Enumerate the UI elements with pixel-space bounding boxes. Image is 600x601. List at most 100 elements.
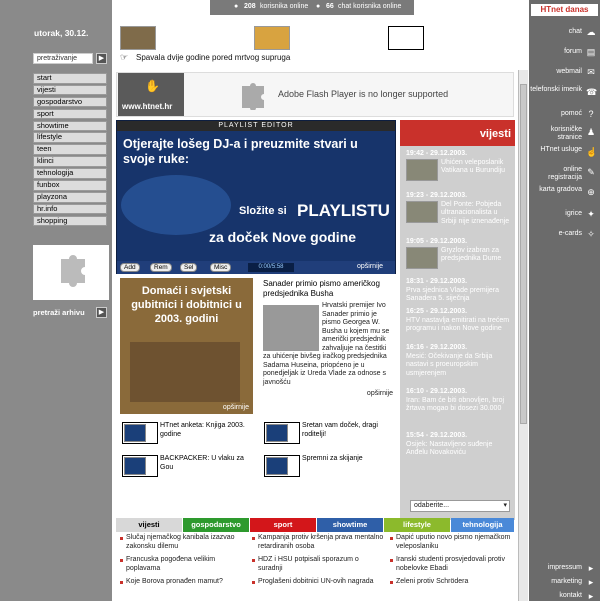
bottom-news-col-3: Dapić uputio novo pismo njemačkom velepo… [390, 534, 516, 592]
nav-item-playzona[interactable]: playzona [33, 191, 107, 203]
thumb-image-3[interactable] [388, 26, 424, 50]
tab-lifestyle[interactable]: lifestyle [384, 518, 450, 532]
section-tabs: vijesti gospodarstvo sport showtime life… [116, 518, 514, 532]
link-2[interactable]: Sretan vam doček, dragi roditelji! [302, 421, 394, 439]
playlist-editor-promo[interactable]: PLAYLIST EDITOR Otjerajte lošeg DJ-a i p… [116, 120, 396, 274]
archive-search-label[interactable]: pretraži arhivu [33, 308, 85, 317]
news-item-1[interactable]: 19:42 - 29.12.2003. Uhićen veleposlanik V… [406, 150, 512, 181]
news-item-7[interactable]: 16:10 - 29.12.2003. Iran: Bam će biti obn… [406, 388, 512, 414]
news-select-value: odaberite... [414, 502, 450, 509]
nav-item-hrinfo[interactable]: hr.info [33, 203, 107, 215]
games-icon: ✦ [587, 209, 595, 219]
thumb-image-1[interactable] [120, 26, 156, 50]
news-select-dropdown[interactable]: odaberite... ▾ [410, 500, 510, 512]
year-review-photo [130, 342, 240, 402]
playlist-editor-title: PLAYLIST EDITOR [117, 121, 395, 131]
news-item-4[interactable]: 18:31 - 29.12.2003. Prva sjednica Vlade p… [406, 278, 512, 304]
ecards-icon: ✧ [587, 229, 595, 239]
news-item-5[interactable]: 16:25 - 29.12.2003. HTV nastavlja emitira… [406, 308, 512, 334]
remove-button[interactable]: Rem [150, 263, 172, 272]
online-stats-bar: ● 208 korisnika online ● 66 chat korisni… [210, 0, 414, 15]
nav-item-sport[interactable]: sport [33, 108, 107, 120]
chat-online-count: 66 [326, 3, 334, 10]
nav-item-shopping[interactable]: shopping [33, 215, 107, 227]
left-sidebar: utorak, 30.12. pretraživanje ▶ start vij… [0, 0, 112, 601]
tab-sport[interactable]: sport [250, 518, 316, 532]
phone-icon: ☎ [586, 87, 598, 97]
bottom-news-item[interactable]: Zeleni protiv Schrödera [390, 578, 516, 587]
news-item-3[interactable]: 19:05 - 29.12.2003. Gryzlov izabran za pr… [406, 238, 512, 269]
current-date: utorak, 30.12. [34, 28, 89, 38]
link-3[interactable]: BACKPACKER: U vlaku za Gou [160, 454, 252, 472]
bottom-news-item[interactable]: Francuska pogođena velikim poplavama [120, 556, 244, 573]
link-1[interactable]: HTnet anketa: Knjiga 2003. godine [160, 421, 252, 439]
bottom-news-item[interactable]: HDZ i HSU potpisali sporazum o suradnji [252, 556, 384, 573]
news-column: vijesti 19:42 - 29.12.2003. Uhićen velepo… [400, 120, 515, 520]
thumb-image-2[interactable] [254, 26, 290, 50]
map-icon: ⊕ [587, 187, 595, 197]
htnet-danas-badge[interactable]: HTnet danas [531, 4, 598, 16]
impressum-icon: ▸ [588, 563, 594, 573]
top-story-photo [263, 305, 319, 351]
tab-vijesti[interactable]: vijesti [116, 518, 182, 532]
nav-item-start[interactable]: start [33, 73, 107, 84]
archive-go-button[interactable]: ▶ [96, 307, 107, 318]
top-story-more-link[interactable]: opširnije [263, 390, 393, 397]
playlist-cta-main: PLAYLISTU [297, 201, 390, 220]
link-thumb-1[interactable] [122, 422, 158, 444]
htnet-logo[interactable]: ✋ www.htnet.hr [118, 73, 184, 116]
nav-item-gospodarstvo[interactable]: gospodarstvo [33, 96, 107, 108]
plugin-icon [61, 255, 85, 287]
select-button[interactable]: Sel [180, 263, 198, 272]
link-thumb-2[interactable] [264, 422, 300, 444]
tab-tehnologija[interactable]: tehnologija [451, 518, 514, 532]
bottom-news-col-1: Slučaj njemačkog kanibala izazvao zakons… [120, 534, 244, 592]
news-item-6[interactable]: 16:16 - 29.12.2003. Mesić: Očekivanje da … [406, 344, 512, 378]
nav-item-teen[interactable]: teen [33, 144, 107, 155]
news-item-2[interactable]: 19:23 - 29.12.2003. Del Ponte: Pobjeda ul… [406, 192, 512, 226]
users-online-count: 208 [244, 3, 256, 10]
bottom-news-col-2: Kampanja protiv kršenja prava mentalno r… [252, 534, 384, 592]
flash-unsupported-message: Adobe Flash Player is no longer supporte… [278, 89, 449, 99]
link-4[interactable]: Spremni za skijanje [302, 454, 394, 463]
scrollbar-thumb[interactable] [520, 84, 527, 424]
chevron-down-icon: ▾ [503, 502, 507, 509]
plugin-placeholder [33, 245, 109, 300]
contact-icon: ▸ [588, 591, 594, 601]
thumb-caption-link[interactable]: Spavala dvije godine pored mrtvog suprug… [136, 53, 290, 62]
year-review-more-link[interactable]: opširnije [223, 404, 249, 411]
page-scrollbar[interactable] [518, 70, 528, 601]
year-review-promo[interactable]: Domaći i svjetski gubitnici i dobitnici … [120, 278, 253, 414]
marketing-icon: ▸ [588, 577, 594, 587]
bottom-news-item[interactable]: Kampanja protiv kršenja prava mentalno r… [252, 534, 384, 551]
bottom-news-item[interactable]: Koje Borova pronađen mamut? [120, 578, 244, 587]
add-button[interactable]: Add [120, 263, 140, 272]
nav-item-klinci[interactable]: klinci [33, 156, 107, 167]
tab-showtime[interactable]: showtime [317, 518, 383, 532]
bottom-news-item[interactable]: Dapić uputio novo pismo njemačkom velepo… [390, 534, 516, 551]
time-display: 0:00/5:58 [248, 263, 294, 272]
playlist-more-link[interactable]: opširnije [357, 263, 383, 270]
search-input[interactable]: pretraživanje [33, 53, 93, 64]
playlist-headline: Otjerajte lošeg DJ-a i preuzmite stvari … [123, 137, 358, 166]
nav-item-funbox[interactable]: funbox [33, 180, 107, 191]
news-header: vijesti [400, 120, 515, 146]
nav-item-tehnologija[interactable]: tehnologija [33, 168, 107, 179]
bottom-news-item[interactable]: Slučaj njemačkog kanibala izazvao zakons… [120, 534, 244, 551]
top-story-headline[interactable]: Sanader primio pismo američkog predsjedn… [263, 279, 393, 299]
link-thumb-3[interactable] [122, 455, 158, 477]
bottom-news-item[interactable]: Iranski studenti prosvjedovali protiv no… [390, 556, 516, 573]
search-go-button[interactable]: ▶ [96, 53, 107, 64]
mail-icon: ✉ [587, 67, 595, 77]
main-nav: start vijesti gospodarstvo sport showtim… [33, 73, 107, 228]
misc-button[interactable]: Misc [210, 263, 232, 272]
link-thumb-4[interactable] [264, 455, 300, 477]
playlist-cta-prefix: Složite si [239, 205, 287, 217]
tab-gospodarstvo[interactable]: gospodarstvo [183, 518, 249, 532]
nav-item-lifestyle[interactable]: lifestyle [33, 132, 107, 144]
top-story: Sanader primio pismo američkog predsjedn… [263, 279, 393, 397]
nav-item-vijesti[interactable]: vijesti [33, 84, 107, 96]
nav-item-showtime[interactable]: showtime [33, 120, 107, 132]
news-item-8[interactable]: 15:54 - 29.12.2003. Osijek: Nastavljeno s… [406, 432, 512, 458]
bottom-news-item[interactable]: Proglašeni dobitnici UN-ovih nagrada [252, 578, 384, 587]
